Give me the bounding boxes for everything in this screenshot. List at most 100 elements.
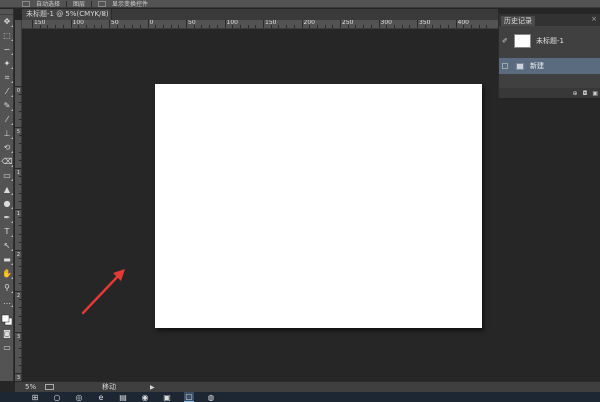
gradient-tool-button[interactable]: ▭ (0, 169, 14, 183)
history-state-row[interactable]: 新建 (499, 58, 600, 74)
options-separator (91, 0, 93, 7)
tool-flyout-indicator (11, 67, 13, 69)
ruler-label: 0 (149, 20, 154, 26)
magic-wand-tool-icon: ✦ (3, 59, 11, 68)
horizontal-ruler[interactable]: 150 100 50 0 50 100 150 200 250 300 350 400 (22, 20, 498, 29)
ruler-tick (15, 127, 22, 128)
shape-tool-button[interactable]: ▬ (0, 253, 14, 267)
foreground-background-color-icon (1, 314, 13, 326)
history-brush-tool-button[interactable]: ⟲ (0, 141, 14, 155)
tool-flyout-indicator (11, 221, 13, 223)
ruler-tick (455, 20, 457, 28)
transform-controls-checkbox[interactable] (98, 0, 107, 7)
options-bar: 自动选择 图层 显示变换控件 (0, 0, 600, 8)
eraser-tool-button[interactable]: ⌫ (0, 155, 14, 169)
tool-flyout-indicator (11, 123, 13, 125)
marquee-tool-button[interactable]: ⬚ (0, 29, 14, 43)
magic-wand-tool-button[interactable]: ✦ (0, 57, 14, 71)
screen-mode-button[interactable]: ▭ (0, 341, 14, 355)
task-view-icon[interactable]: ◎ (74, 392, 84, 402)
clone-stamp-tool-icon: ⊥ (3, 129, 11, 138)
zoom-preview-icon[interactable] (45, 384, 54, 390)
document-tab-close-icon[interactable]: × (101, 9, 107, 20)
zoom-level[interactable]: 5% (15, 383, 41, 391)
delete-state-icon[interactable]: ▣ (592, 90, 598, 97)
brush-tool-button[interactable]: ⁄ (0, 113, 14, 127)
ruler-label: 0 (16, 88, 21, 94)
healing-brush-tool-button[interactable]: ✎ (0, 99, 14, 113)
ruler-tick (15, 332, 22, 333)
history-state-checkbox[interactable] (502, 63, 508, 69)
document-tab[interactable]: 未标题-1 @ 5%(CMYK/8) × (22, 9, 112, 20)
clone-stamp-tool-button[interactable]: ⊥ (0, 127, 14, 141)
auto-select-label: 自动选择 (36, 1, 61, 8)
path-selection-tool-button[interactable]: ↖ (0, 239, 14, 253)
vertical-ruler[interactable]: 05112233 (15, 20, 22, 399)
pen-tool-button[interactable]: ✒ (0, 211, 14, 225)
start-icon[interactable]: ⊞ (30, 392, 40, 402)
canvas-workspace[interactable] (22, 29, 498, 381)
ruler-tick (263, 20, 264, 28)
browser-icon[interactable]: ◉ (140, 392, 150, 402)
crop-tool-button[interactable]: ⌗ (0, 71, 14, 85)
tool-flyout-indicator (11, 81, 13, 83)
search-icon[interactable]: ○ (52, 392, 62, 402)
zoom-tool-icon: ⚲ (4, 283, 10, 292)
file-explorer-icon[interactable]: ▤ (118, 392, 128, 402)
marquee-tool-icon: ⬚ (3, 31, 11, 40)
edge-icon[interactable]: e (96, 392, 106, 402)
color-swatches[interactable] (0, 313, 14, 327)
ruler-label: 1 (16, 170, 21, 176)
blur-tool-button[interactable]: ▲ (0, 183, 14, 197)
history-panel-tab[interactable]: 历史记录 (501, 16, 535, 26)
ruler-tick (224, 20, 226, 28)
document-tab-title: 未标题-1 @ 5%(CMYK/8) (26, 10, 109, 18)
new-document-icon (516, 62, 524, 70)
brush-tool-icon: ⁄ (6, 115, 8, 124)
ruler-tick (15, 250, 22, 251)
status-menu-arrow-icon[interactable]: ▶ (150, 384, 155, 391)
windows-taskbar: ⊞ ○ ◎ e ▤ ◉ ▣ ▢ ◍ (0, 392, 600, 402)
ruler-label: 2 (16, 293, 21, 299)
dodge-tool-icon: ● (3, 199, 11, 208)
ruler-tick (70, 20, 72, 28)
photoshop-taskbar-icon[interactable]: ▢ (184, 392, 194, 402)
store-icon[interactable]: ▣ (162, 392, 172, 402)
ruler-tick (147, 20, 149, 28)
snapshot-label: 未标题-1 (536, 37, 564, 45)
red-arrow-annotation (81, 269, 125, 315)
quick-mask-icon: ◙ (3, 329, 11, 338)
create-snapshot-icon[interactable]: ◘ (583, 90, 588, 97)
ruler-tick (109, 20, 110, 28)
tool-flyout-indicator (11, 305, 13, 307)
lasso-tool-icon: ∽ (3, 45, 11, 54)
history-state-label: 新建 (530, 62, 544, 70)
chrome-icon[interactable]: ◍ (206, 392, 216, 402)
tool-flyout-indicator (11, 193, 13, 195)
layer-select-dropdown[interactable]: 图层 (73, 0, 85, 7)
tool-flyout-indicator (11, 249, 13, 251)
dodge-tool-button[interactable]: ● (0, 197, 14, 211)
zoom-tool-button[interactable]: ⚲ (0, 281, 14, 295)
type-tool-button[interactable]: T (0, 225, 14, 239)
hand-tool-button[interactable]: ✋ (0, 267, 14, 281)
ruler-tick (15, 209, 22, 210)
options-separator (66, 0, 68, 7)
move-tool-button[interactable]: ✥ (0, 15, 14, 29)
ruler-label: 5 (16, 129, 21, 135)
eyedropper-tool-button[interactable]: ⁄ (0, 85, 14, 99)
new-document-from-state-icon[interactable]: ⊕ (573, 90, 578, 97)
more-tools-button[interactable]: … (0, 295, 14, 309)
tool-flyout-indicator (11, 165, 13, 167)
ruler-tick (15, 373, 22, 374)
tool-flyout-indicator (11, 95, 13, 97)
blur-tool-icon: ▲ (3, 185, 11, 194)
lasso-tool-button[interactable]: ∽ (0, 43, 14, 57)
auto-select-checkbox[interactable] (22, 0, 30, 7)
move-tool-icon: ✥ (3, 17, 11, 26)
history-snapshot-row[interactable]: ✐ 未标题-1 (499, 31, 600, 51)
history-brush-source-icon[interactable]: ✐ (502, 37, 512, 45)
history-panel-close-icon[interactable]: × (591, 15, 597, 23)
tool-flyout-indicator (11, 277, 13, 279)
quick-mask-button[interactable]: ◙ (0, 327, 14, 341)
